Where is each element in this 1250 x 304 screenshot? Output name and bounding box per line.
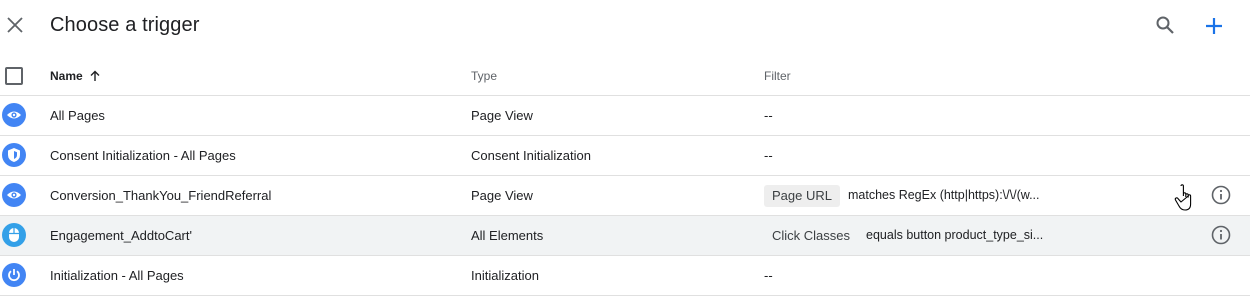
trigger-filter: --	[764, 136, 773, 175]
add-trigger-button[interactable]	[1201, 13, 1227, 39]
filter-empty: --	[764, 268, 773, 283]
filter-condition: equals button product_type_si...	[866, 228, 1044, 242]
table-row[interactable]: Conversion_ThankYou_FriendReferral Page …	[0, 176, 1250, 216]
trigger-filter: Click Classes equals button product_type…	[764, 216, 1043, 255]
trigger-type: All Elements	[471, 228, 544, 243]
trigger-name: Initialization - All Pages	[50, 268, 184, 283]
close-button[interactable]	[2, 12, 28, 38]
column-header-name[interactable]: Name	[50, 56, 101, 96]
select-all-checkbox[interactable]	[5, 67, 23, 85]
page-title: Choose a trigger	[50, 14, 200, 36]
trigger-type: Initialization	[471, 268, 539, 283]
table-row[interactable]: Initialization - All Pages Initializatio…	[0, 256, 1250, 296]
trigger-type-badge	[2, 183, 26, 207]
table-header: Name Type Filter	[0, 56, 1250, 96]
trigger-type: Page View	[471, 108, 533, 123]
eye-icon	[7, 111, 21, 119]
table-row[interactable]: All Pages Page View --	[0, 96, 1250, 136]
table-row[interactable]: Consent Initialization - All Pages Conse…	[0, 136, 1250, 176]
trigger-type-badge	[2, 143, 26, 167]
trigger-name: Conversion_ThankYou_FriendReferral	[50, 188, 272, 203]
filter-variable-chip: Page URL	[764, 184, 840, 207]
filter-empty: --	[764, 108, 773, 123]
search-icon	[1156, 16, 1174, 34]
trigger-picker-panel: Choose a trigger Name Type Filter All Pa…	[0, 0, 1250, 304]
trigger-type: Consent Initialization	[471, 148, 591, 163]
power-icon	[8, 269, 20, 282]
column-name-label: Name	[50, 69, 83, 83]
column-header-type: Type	[471, 69, 498, 83]
trigger-list: All Pages Page View -- Consent Initializ…	[0, 96, 1250, 296]
info-icon	[1211, 185, 1231, 205]
trigger-type: Page View	[471, 188, 533, 203]
info-button[interactable]	[1210, 184, 1232, 206]
plus-icon	[1206, 18, 1222, 34]
filter-variable-chip: Click Classes	[772, 227, 851, 243]
mouse-icon	[9, 228, 19, 242]
panel-header: Choose a trigger	[0, 0, 1250, 52]
trigger-name: Engagement_AddtoCart'	[50, 228, 192, 243]
filter-empty: --	[764, 148, 773, 163]
close-icon	[7, 17, 23, 33]
trigger-filter: Page URL matches RegEx (http|https):\/\/…	[764, 176, 1040, 215]
search-button[interactable]	[1153, 13, 1177, 37]
trigger-filter: --	[764, 256, 773, 295]
column-header-filter: Filter	[764, 69, 791, 83]
trigger-filter: --	[764, 96, 773, 135]
trigger-type-badge	[2, 103, 26, 127]
arrow-up-icon	[90, 70, 100, 81]
info-icon	[1211, 225, 1231, 245]
filter-condition: matches RegEx (http|https):\/\/(w...	[847, 188, 1040, 202]
eye-icon	[7, 191, 21, 199]
trigger-name: All Pages	[50, 108, 105, 123]
shield-icon	[8, 148, 20, 162]
trigger-type-badge	[2, 223, 26, 247]
trigger-name: Consent Initialization - All Pages	[50, 148, 236, 163]
info-button[interactable]	[1210, 224, 1232, 246]
trigger-type-badge	[2, 263, 26, 287]
table-row[interactable]: Engagement_AddtoCart' All Elements Click…	[0, 216, 1250, 256]
